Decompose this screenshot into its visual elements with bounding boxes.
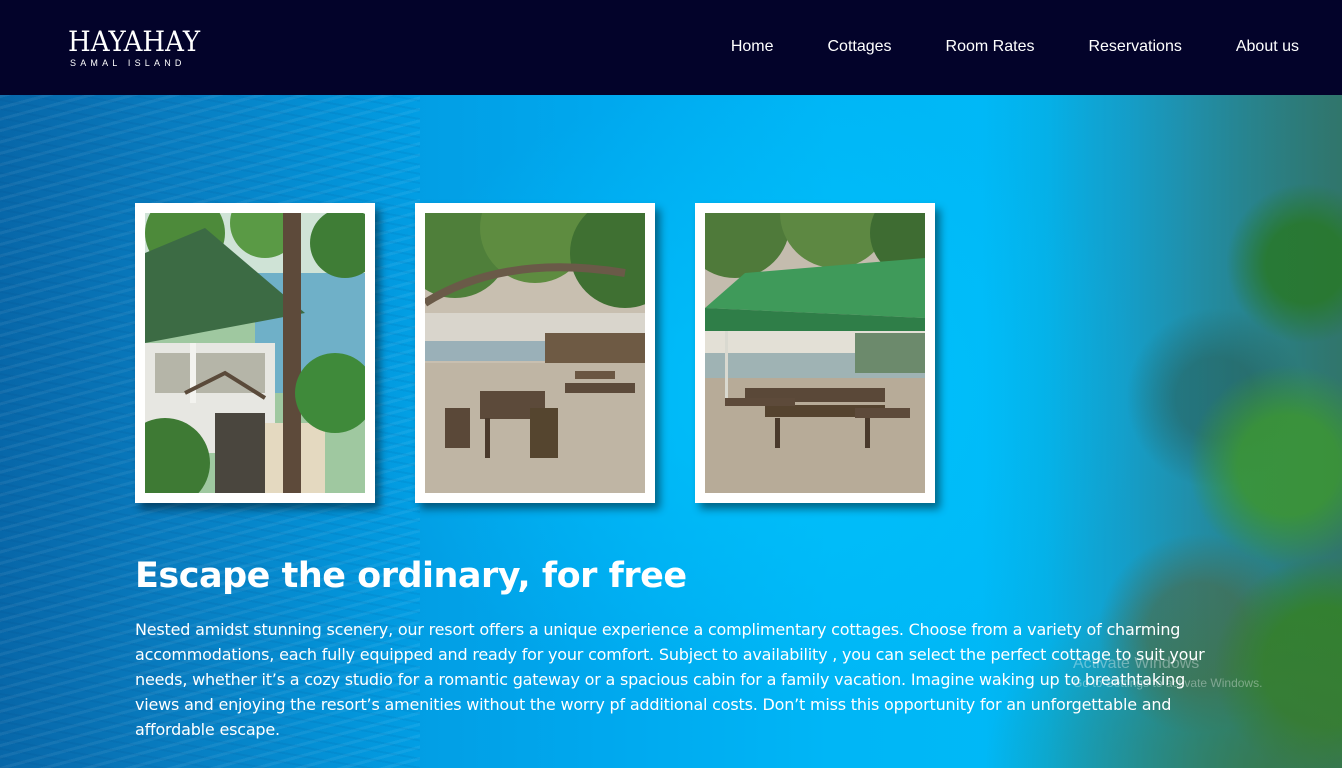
page: HAYAHAY SAMAL ISLAND Home Cottages Room … (0, 0, 1342, 768)
picnic-canopy-photo (705, 213, 925, 493)
nav-reservations[interactable]: Reservations (1088, 36, 1181, 58)
watermark-title: Activate Windows (1073, 655, 1200, 672)
main-nav: Home Cottages Room Rates Reservations Ab… (731, 36, 1299, 58)
site-logo[interactable]: HAYAHAY SAMAL ISLAND (68, 25, 210, 69)
logo-subtitle: SAMAL ISLAND (70, 58, 186, 68)
photo-card-cottage[interactable] (135, 203, 375, 503)
nav-home[interactable]: Home (731, 36, 774, 58)
photo-card-picnic-canopy[interactable] (695, 203, 935, 503)
nav-about-us[interactable]: About us (1236, 36, 1299, 58)
watermark-subtitle: Go to Settings to activate Windows. (1073, 676, 1263, 690)
nav-cottages[interactable]: Cottages (828, 36, 892, 58)
photo-gallery (135, 203, 935, 503)
logo-title: HAYAHAY (68, 25, 201, 58)
site-header: HAYAHAY SAMAL ISLAND Home Cottages Room … (0, 0, 1342, 95)
photo-card-beach-table[interactable] (415, 203, 655, 503)
page-headline: Escape the ordinary, for free (135, 556, 687, 596)
windows-activation-watermark: Activate Windows Go to Settings to activ… (1073, 654, 1262, 692)
nav-room-rates[interactable]: Room Rates (946, 36, 1035, 58)
intro-paragraph: Nested amidst stunning scenery, our reso… (135, 620, 1205, 739)
beach-table-photo (425, 213, 645, 493)
cottage-photo (145, 213, 365, 493)
